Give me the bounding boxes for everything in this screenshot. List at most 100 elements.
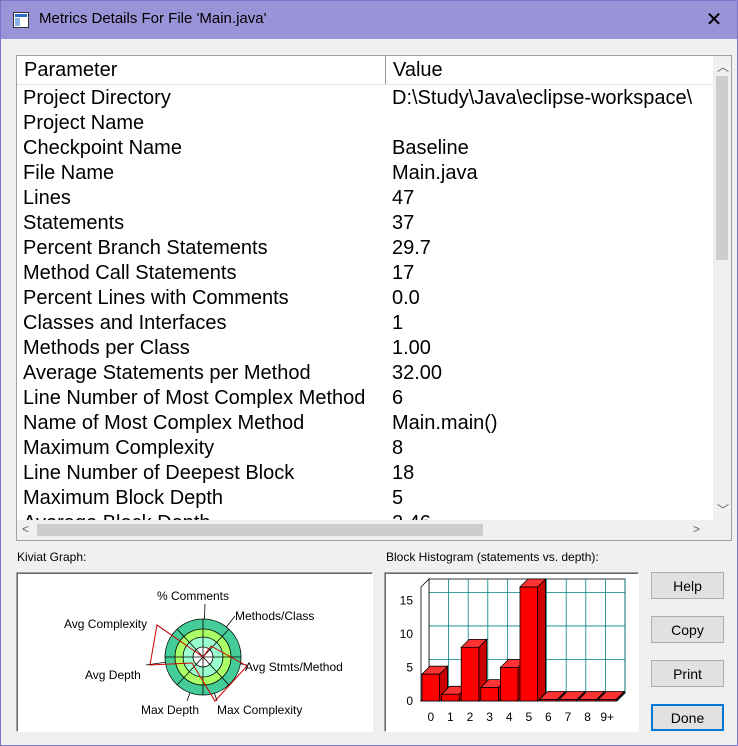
- histogram-label: Block Histogram (statements vs. depth):: [386, 550, 599, 564]
- table-row[interactable]: Method Call Statements 17: [17, 261, 714, 286]
- parameter-cell: Project Directory: [23, 87, 171, 109]
- parameter-cell: Checkpoint Name: [23, 137, 182, 159]
- title-bar[interactable]: Metrics Details For File 'Main.java' ✕: [1, 1, 737, 39]
- scroll-right-icon[interactable]: >: [693, 522, 700, 536]
- table-row[interactable]: Statements 37: [17, 211, 714, 236]
- value-cell: 2.46: [392, 511, 431, 520]
- table-row[interactable]: Line Number of Most Complex Method 6: [17, 386, 714, 411]
- kiviat-axis-comments: % Comments: [157, 589, 229, 603]
- table-row[interactable]: Name of Most Complex Method Main.main(): [17, 411, 714, 436]
- histogram-x-tick: 5: [525, 710, 532, 724]
- parameter-cell: Maximum Complexity: [23, 437, 215, 459]
- value-cell: 37: [392, 212, 415, 234]
- column-header-value[interactable]: Value: [386, 56, 714, 84]
- kiviat-axis-avg-complexity: Avg Complexity: [64, 617, 147, 631]
- table-row[interactable]: Project Directory D:\Study\Java\eclipse-w…: [17, 86, 714, 111]
- close-icon[interactable]: ✕: [691, 1, 737, 39]
- scroll-left-icon[interactable]: <: [22, 522, 29, 536]
- parameter-cell: Method Call Statements: [23, 262, 237, 284]
- histogram-bar: [558, 699, 578, 702]
- histogram-x-tick: 4: [506, 710, 513, 724]
- histogram-bar: [578, 699, 597, 702]
- block-histogram: 0 5 10 15 0 1 2 3 4 5 6 7 8 9+: [384, 572, 639, 732]
- histogram-x-tick: 6: [545, 710, 552, 724]
- parameter-cell: Project Name: [23, 112, 145, 134]
- table-row[interactable]: Maximum Block Depth 5: [17, 486, 714, 511]
- parameter-cell: Statements: [23, 212, 125, 234]
- value-cell: 6: [392, 387, 404, 409]
- parameter-cell: Average Block Depth: [23, 511, 211, 520]
- table-row[interactable]: Classes and Interfaces 1: [17, 311, 714, 336]
- histogram-x-tick: 8: [584, 710, 591, 724]
- metrics-table[interactable]: Parameter Value Project Directory D:\Stud…: [16, 55, 732, 541]
- value-cell: 47: [392, 187, 415, 209]
- table-body: Project Directory D:\Study\Java\eclipse-w…: [17, 86, 714, 520]
- table-row[interactable]: Lines 47: [17, 186, 714, 211]
- histogram-x-tick: 0: [427, 710, 434, 724]
- kiviat-axis-avg-stmts: Avg Stmts/Method: [245, 660, 343, 674]
- histogram-x-tick: 2: [467, 710, 474, 724]
- table-row[interactable]: Average Statements per Method 32.00: [17, 361, 714, 386]
- horizontal-scroll-thumb[interactable]: [37, 524, 483, 536]
- table-row[interactable]: Maximum Complexity 8: [17, 436, 714, 461]
- table-row[interactable]: Percent Lines with Comments 0.0: [17, 286, 714, 311]
- histogram-x-tick: 3: [486, 710, 493, 724]
- table-row[interactable]: Methods per Class 1.00: [17, 336, 714, 361]
- scroll-up-icon[interactable]: ︿: [717, 58, 729, 75]
- parameter-cell: Percent Branch Statements: [23, 237, 268, 259]
- histogram-bar: [480, 687, 499, 702]
- histogram-x-tick: 9+: [600, 710, 614, 724]
- value-cell: 18: [392, 462, 415, 484]
- window-title: Metrics Details For File 'Main.java': [39, 10, 267, 27]
- column-header-parameter[interactable]: Parameter: [17, 56, 386, 84]
- value-cell: 29.7: [392, 237, 431, 259]
- histogram-y-tick: 10: [400, 627, 414, 641]
- table-row[interactable]: Checkpoint Name Baseline: [17, 136, 714, 161]
- parameter-cell: Line Number of Most Complex Method: [23, 387, 366, 409]
- table-row[interactable]: Average Block Depth 2.46: [17, 511, 714, 520]
- parameter-cell: Line Number of Deepest Block: [23, 462, 295, 484]
- histogram-bar: [539, 699, 558, 702]
- histogram-y-tick: 5: [406, 660, 413, 674]
- value-cell: 1: [392, 312, 404, 334]
- histogram-bar: [597, 699, 617, 702]
- done-button[interactable]: Done: [651, 704, 724, 731]
- table-row[interactable]: Line Number of Deepest Block 18: [17, 461, 714, 486]
- print-button[interactable]: Print: [651, 660, 724, 687]
- histogram-bar: [421, 673, 441, 702]
- histogram-y-tick: 0: [406, 694, 413, 708]
- help-button[interactable]: Help: [651, 572, 724, 599]
- value-cell: 5: [392, 487, 404, 509]
- parameter-cell: Methods per Class: [23, 337, 190, 359]
- histogram-bar-side: [537, 578, 547, 702]
- value-cell: D:\Study\Java\eclipse-workspace\: [392, 87, 693, 109]
- table-row[interactable]: File Name Main.java: [17, 161, 714, 186]
- histogram-bar: [500, 667, 519, 702]
- scroll-down-icon[interactable]: ﹀: [717, 501, 729, 518]
- value-cell: Main.main(): [392, 412, 498, 434]
- histogram-svg: 0510150 1 2 3 4 5 6 7 8 9+: [400, 578, 626, 724]
- kiviat-axis-avg-depth: Avg Depth: [85, 668, 141, 682]
- value-cell: 32.00: [392, 362, 443, 384]
- value-cell: Baseline: [392, 137, 469, 159]
- kiviat-axis-max-complexity: Max Complexity: [217, 703, 302, 717]
- value-cell: Main.java: [392, 162, 478, 184]
- kiviat-label: Kiviat Graph:: [17, 550, 87, 564]
- parameter-cell: Classes and Interfaces: [23, 312, 227, 334]
- table-row[interactable]: Project Name: [17, 111, 714, 136]
- app-icon: [13, 12, 29, 28]
- kiviat-axis-methods-class: Methods/Class: [235, 609, 314, 623]
- value-cell: 8: [392, 437, 404, 459]
- value-cell: 1.00: [392, 337, 431, 359]
- parameter-cell: File Name: [23, 162, 115, 184]
- vertical-scrollbar[interactable]: ︿ ﹀: [713, 56, 731, 522]
- table-row[interactable]: Percent Branch Statements 29.7: [17, 236, 714, 261]
- copy-button[interactable]: Copy: [651, 616, 724, 643]
- histogram-bar: [460, 646, 480, 702]
- kiviat-svg: % Comments Methods/Class Avg Stmts/Metho…: [64, 589, 343, 717]
- horizontal-scrollbar[interactable]: < >: [17, 520, 731, 540]
- metrics-dialog: Metrics Details For File 'Main.java' ✕ P…: [0, 0, 738, 746]
- vertical-scroll-thumb[interactable]: [716, 76, 728, 260]
- parameter-cell: Maximum Block Depth: [23, 487, 224, 509]
- parameter-cell: Average Statements per Method: [23, 362, 311, 384]
